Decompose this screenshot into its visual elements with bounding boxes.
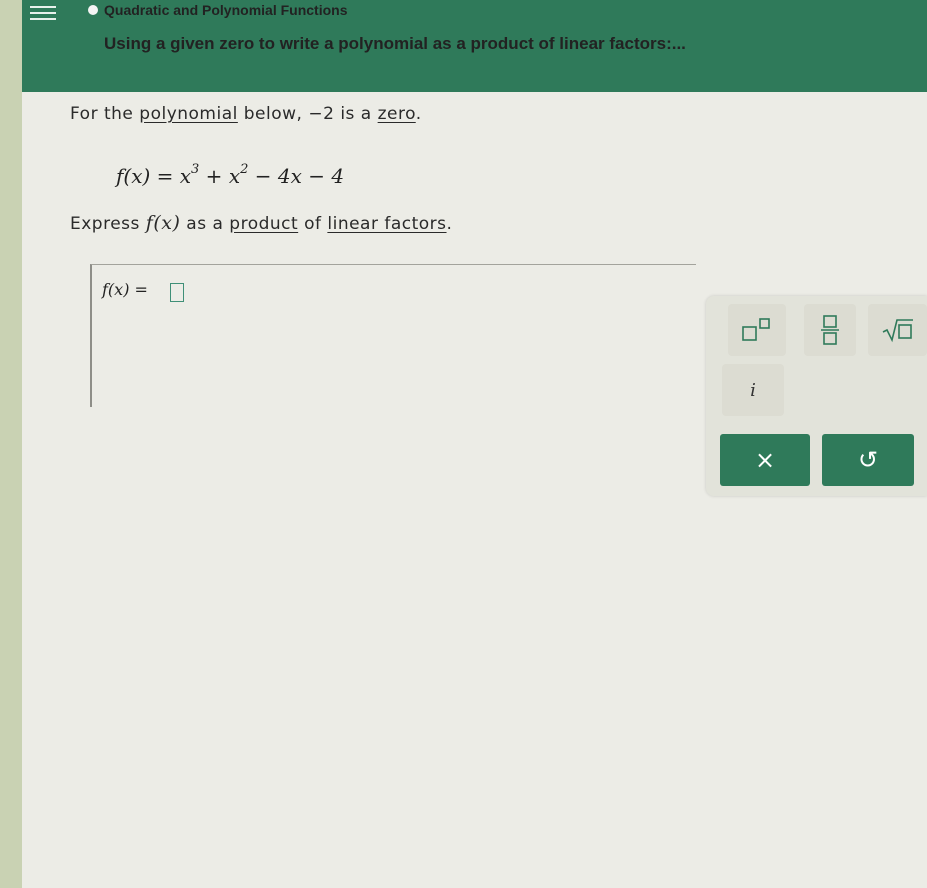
equation-lhs: f(x) = [116,164,180,188]
polynomial-link[interactable]: polynomial [139,104,238,124]
equation-term: x [179,164,192,188]
answer-label: f(x) = [102,280,148,299]
square-root-icon [882,319,913,343]
instruction-text-of: of [298,214,328,234]
fraction-key[interactable] [804,304,856,356]
equation-term: x [228,164,241,188]
function-name: f(x) [145,212,181,234]
question-instruction: Express f(x) as a product of linear fact… [70,212,452,234]
exponent: 3 [191,162,200,178]
question-intro: For the polynomial below, −2 is a zero. [70,104,422,124]
question-text: For the [70,104,140,124]
exponent-icon [742,318,770,341]
question-text-end: . [415,104,422,124]
instruction-text-middle: as a [180,214,230,234]
topic-title: Quadratic and Polynomial Functions [104,2,348,18]
undo-button[interactable]: ↺ [822,434,914,486]
product-link[interactable]: product [229,214,298,234]
square-root-key[interactable] [868,304,927,356]
imaginary-unit-key[interactable]: i [722,364,784,416]
fraction-icon [821,315,839,345]
exponent-key[interactable] [728,304,786,356]
exponent: 2 [240,162,249,178]
equation-rest: − 4x − 4 [248,164,345,188]
instruction-text: Express [70,214,146,234]
chevron-down-icon[interactable] [58,66,82,82]
lesson-title: Using a given zero to write a polynomial… [104,34,686,53]
left-strip [0,0,22,888]
topic-row: Quadratic and Polynomial Functions [88,2,347,18]
clear-button[interactable]: × [720,434,810,486]
zero-link[interactable]: zero [378,104,416,124]
instruction-text-end: . [446,214,453,234]
undo-icon: ↺ [857,446,879,474]
hamburger-menu-icon[interactable] [30,6,56,24]
close-icon: × [754,446,776,474]
answer-input[interactable] [170,283,184,302]
topic-dot-icon [88,5,98,15]
equation-operator: + [199,164,229,188]
question-text-middle: below, −2 is a [237,104,378,124]
linear-factors-link[interactable]: linear factors [327,214,446,234]
polynomial-equation: f(x) = x3 + x2 − 4x − 4 [116,162,345,188]
